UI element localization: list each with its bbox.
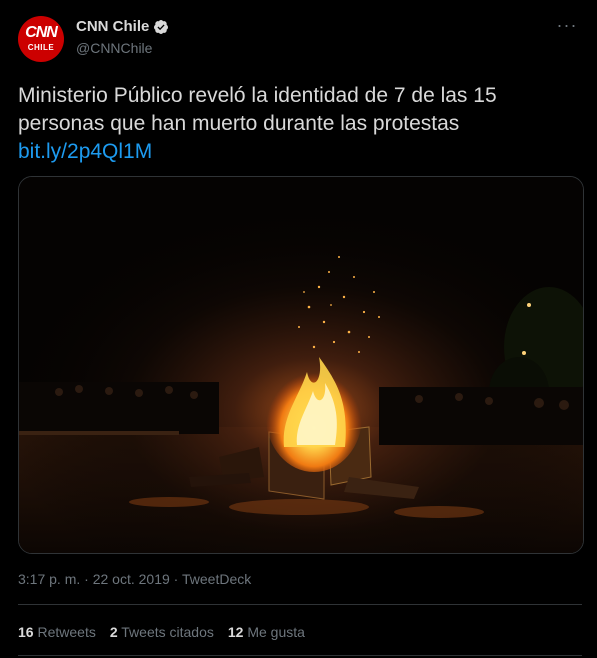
author-display-name-link[interactable]: CNN Chile [76, 18, 169, 35]
retweets-stat[interactable]: 16 Retweets [18, 624, 96, 640]
tweet-metadata: 3:17 p. m. · 22 oct. 2019 · TweetDeck [18, 571, 251, 587]
likes-label: Me gusta [247, 624, 305, 640]
likes-count: 12 [227, 624, 244, 640]
more-options-icon[interactable]: ··· [555, 16, 579, 38]
tweet-stats: 16 Retweets 2 Tweets citados 12 Me gusta [18, 624, 305, 640]
likes-stat[interactable]: 12 Me gusta [228, 624, 305, 640]
avatar-logo-text: CNN [25, 24, 58, 41]
retweets-count: 16 [18, 624, 34, 640]
bonfire-photo [19, 177, 583, 553]
tweet-link[interactable]: bit.ly/2p4Ql1M [18, 138, 578, 166]
tweet-date[interactable]: 22 oct. 2019 [93, 571, 170, 587]
avatar[interactable]: CNN CHILE [18, 16, 64, 62]
divider [18, 655, 582, 656]
author-block: CNN Chile @CNNChile [76, 18, 169, 56]
quote-tweets-label: Tweets citados [121, 624, 214, 640]
meta-separator: · [84, 571, 89, 587]
quote-tweets-stat[interactable]: 2 Tweets citados [110, 624, 214, 640]
retweets-label: Retweets [37, 624, 96, 640]
tweet-time[interactable]: 3:17 p. m. [18, 571, 80, 587]
tweet-photo[interactable] [18, 176, 584, 554]
meta-separator: · [173, 571, 179, 587]
tweet-text: Ministerio Público reveló la identidad d… [18, 82, 578, 166]
avatar-logo-subtext: CHILE [27, 43, 55, 52]
tweet-header: CNN CHILE CNN Chile @CNNChile ··· [18, 16, 579, 62]
author-handle[interactable]: @CNNChile [76, 40, 169, 56]
tweet-body: Ministerio Público reveló la identidad d… [18, 84, 497, 135]
divider [18, 604, 582, 605]
quote-tweets-count: 2 [109, 624, 118, 640]
tweet-source[interactable]: TweetDeck [182, 571, 251, 587]
verified-badge-icon [154, 19, 169, 34]
author-display-name: CNN Chile [76, 18, 150, 35]
tweet-card: CNN CHILE CNN Chile @CNNChile ··· Minist… [0, 0, 597, 658]
